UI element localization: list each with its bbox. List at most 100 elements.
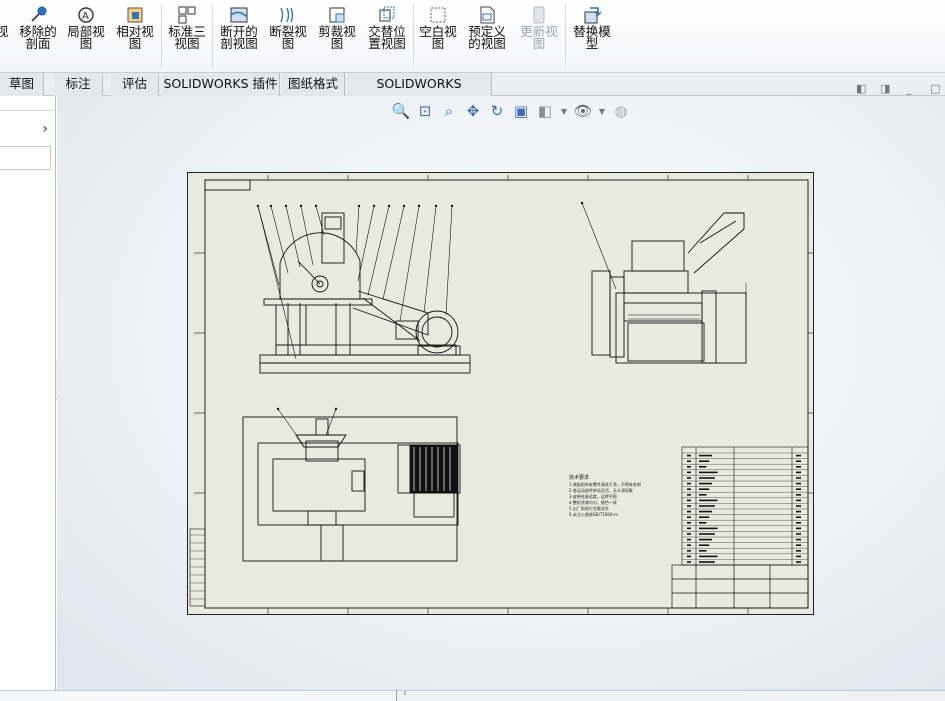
top-view <box>242 407 461 562</box>
replace-model-button[interactable]: 替换模 型 <box>569 0 615 70</box>
bom-cell-mark <box>796 527 801 530</box>
predefined-view-icon <box>480 6 495 24</box>
ribbon-button-label: 视 <box>0 24 9 39</box>
bom-cell-mark <box>796 466 801 468</box>
crop-view-button[interactable]: 剪裁视 图 <box>315 0 359 70</box>
bom-cell-mark <box>796 538 801 541</box>
zoom-to-fit-icon[interactable]: 🔍 <box>390 100 412 122</box>
bom-cell-mark <box>699 555 718 558</box>
bom-cell-mark <box>796 460 801 462</box>
bom-cell-mark <box>796 533 801 535</box>
panel-input-field[interactable] <box>0 146 51 170</box>
scroll-left-icon[interactable]: ‹ <box>403 688 407 699</box>
view-icon <box>0 5 12 25</box>
bom-cell-mark <box>796 555 801 558</box>
ribbon-separator <box>161 4 162 68</box>
broken-out-section-button[interactable]: 断开的 剖视图 <box>216 0 262 70</box>
minimize-icon[interactable]: _ <box>906 82 912 95</box>
bom-cell-mark <box>796 516 801 518</box>
alternate-position-view-button[interactable]: 交替位 置视图 <box>364 0 410 70</box>
ribbon-button-partial[interactable]: 视 <box>0 0 12 70</box>
front-view <box>256 204 471 374</box>
ribbon-separator <box>212 4 213 68</box>
bom-cell-mark <box>796 499 801 502</box>
tab-annotation[interactable]: 标注 <box>54 73 103 96</box>
command-manager-tabs: 草图 标注 评估 SOLIDWORKS 插件 图纸格式 SOLIDWORKS I… <box>0 73 945 113</box>
detail-view-button[interactable]: A 局部视 图 <box>64 0 108 70</box>
removed-section-icon <box>31 6 47 22</box>
bom-cell-mark <box>699 477 715 479</box>
bom-cell-mark <box>687 488 691 490</box>
horizontal-scrollbar[interactable]: ‹ <box>396 688 945 701</box>
replace-model-icon <box>584 7 602 24</box>
zoom-to-area-icon[interactable]: ⊡ <box>414 100 436 122</box>
removed-section-button[interactable]: 移除的 剖面 <box>16 0 60 70</box>
bom-cell-mark <box>796 550 801 552</box>
bom-cell-mark <box>687 533 691 535</box>
break-view-button[interactable]: 断裂视 图 <box>266 0 310 70</box>
empty-view-button[interactable]: 空白视 图 <box>416 0 460 70</box>
pan-icon[interactable]: ✥ <box>462 100 484 122</box>
bom-cell-mark <box>796 494 801 496</box>
technical-notes: 技术要求 1.装配前所有零件清洗干净，不得有毛刺 2.各运动部件转动灵活，无卡滞… <box>569 475 679 518</box>
update-view-button[interactable]: 更新视 图 <box>516 0 562 70</box>
display-style-icon[interactable]: ▣ <box>510 100 532 122</box>
ribbon-button-label: 移除的 剖面 <box>19 24 57 51</box>
crop-view-icon <box>329 7 345 23</box>
dropdown-arrow-icon[interactable]: ▼ <box>558 100 570 122</box>
bom-cell-mark <box>699 482 712 485</box>
revision-rows <box>190 534 205 600</box>
zoom-in-out-icon[interactable]: ⌕ <box>438 100 460 122</box>
notes-title: 技术要求 <box>569 475 590 481</box>
bom-cell-mark <box>687 471 691 474</box>
bom-cell-mark <box>796 454 801 457</box>
ribbon-button-label: 剪裁视 图 <box>318 24 356 51</box>
title-block <box>671 564 809 609</box>
bom-cell-mark <box>687 482 691 485</box>
bom-cell-mark <box>687 466 691 468</box>
bom-cell-mark <box>687 454 691 457</box>
heads-up-view-toolbar: 🔍 ⊡ ⌕ ✥ ↻ ▣ ◧ ▼ 👁 ▼ ◍ <box>390 100 632 122</box>
chevron-right-icon[interactable]: › <box>42 121 48 137</box>
bom-cell-mark <box>699 460 710 462</box>
bom-cell-mark <box>687 561 691 563</box>
restore-left-icon[interactable]: ◧ <box>856 82 866 95</box>
bom-cell-mark <box>687 477 691 479</box>
tab-evaluate[interactable]: 评估 <box>111 73 159 96</box>
rotate-icon[interactable]: ↻ <box>486 100 508 122</box>
restore-right-icon[interactable]: ◨ <box>880 82 890 95</box>
bom-cell-mark <box>699 527 718 530</box>
tab-solidworks-inspection[interactable]: SOLIDWORKS Inspection <box>347 73 492 113</box>
bom-cell-mark <box>796 477 801 479</box>
dropdown-arrow-icon[interactable]: ▼ <box>596 100 608 122</box>
drawing-sheet[interactable]: 技术要求 1.装配前所有零件清洗干净，不得有毛刺 2.各运动部件转动灵活，无卡滞… <box>187 172 814 615</box>
predefined-view-button[interactable]: 预定义 的视图 <box>464 0 510 70</box>
relative-view-button[interactable]: 相对视 图 <box>113 0 157 70</box>
tab-solidworks-addins[interactable]: SOLIDWORKS 插件 <box>162 73 280 96</box>
bom-cell-mark <box>796 510 801 513</box>
command-manager-ribbon: 视 移除的 剖面 A 局部视 图 相对视 图 标准三 视图 断开的 剖视图 断裂… <box>0 0 945 73</box>
notes-line: 6.未注公差按GB/T1804-m <box>569 512 618 517</box>
bom-cell-mark <box>699 454 712 457</box>
bom-cell-mark <box>687 550 691 552</box>
bom-cell-mark <box>699 538 712 541</box>
update-view-icon <box>533 6 545 24</box>
side-view <box>580 201 747 364</box>
bom-cell-mark <box>687 505 691 507</box>
view-orientation-icon[interactable]: ◧ <box>534 100 556 122</box>
bom-cell-mark <box>687 522 691 524</box>
standard-3-view-icon <box>178 6 196 24</box>
bom-cell-mark <box>699 533 715 535</box>
tab-sketch[interactable]: 草图 <box>0 73 44 96</box>
maximize-icon[interactable]: □ <box>930 82 940 95</box>
bom-cell-mark <box>699 522 707 524</box>
hide-show-icon[interactable]: 👁 <box>572 100 594 122</box>
alternate-position-icon <box>379 6 395 22</box>
bom-cell-mark <box>687 544 691 546</box>
standard-3-view-button[interactable]: 标准三 视图 <box>165 0 209 70</box>
appearance-icon[interactable]: ◍ <box>610 100 632 122</box>
bom-cell-mark <box>699 505 715 507</box>
tab-sheet-format[interactable]: 图纸格式 <box>282 73 345 96</box>
bom-cell-mark <box>699 466 707 468</box>
ribbon-separator <box>565 4 566 68</box>
